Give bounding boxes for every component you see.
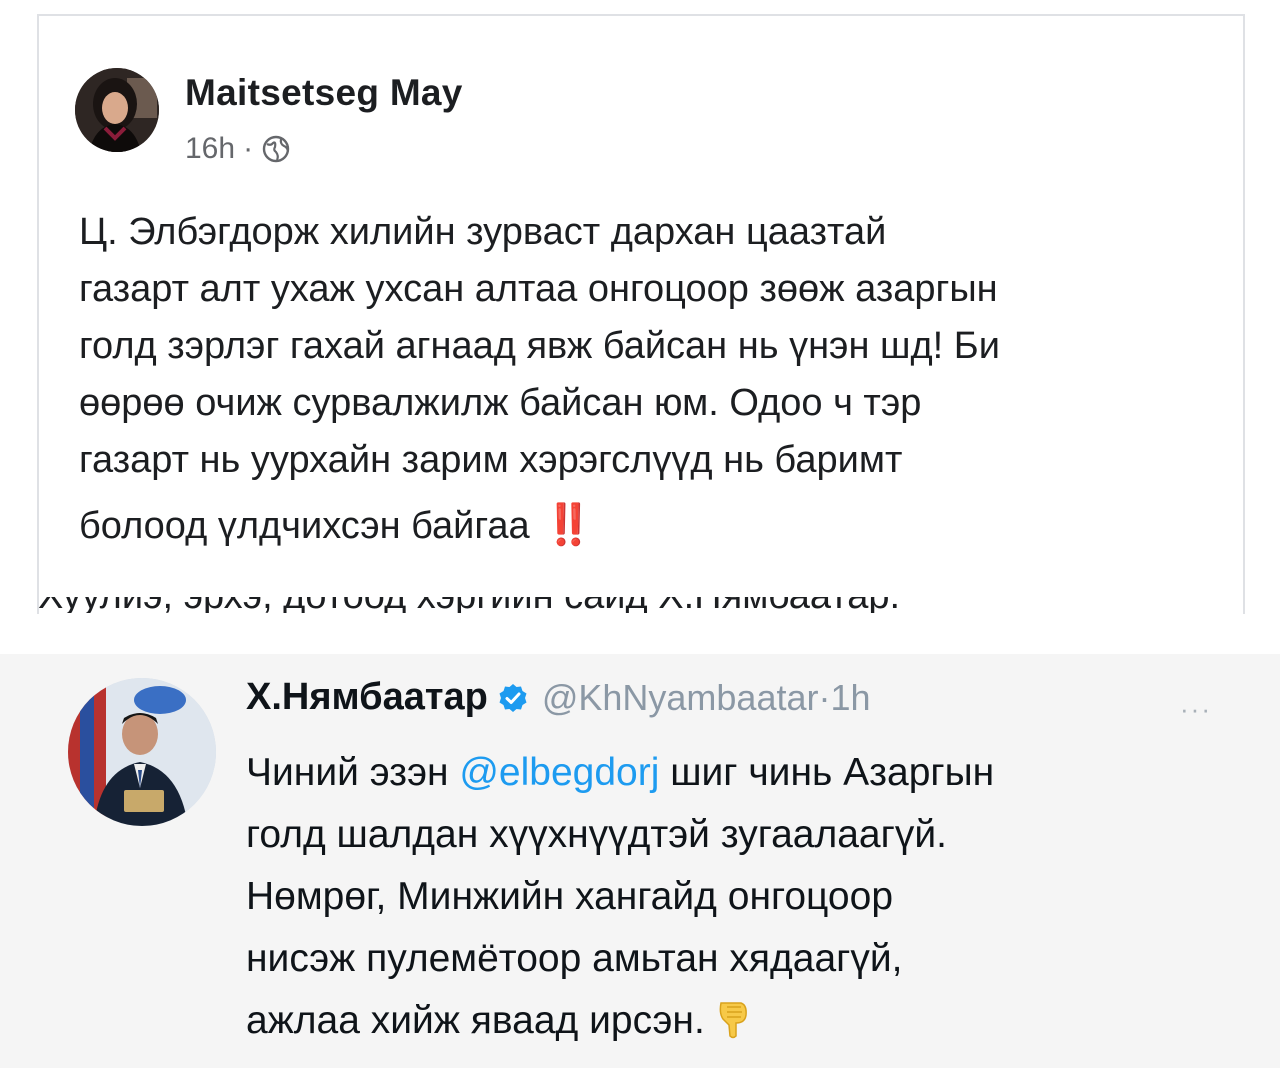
tweet-line: Нөмрөг, Минжийн хангайд онгоцоор xyxy=(246,875,894,918)
post-body: Ц. Элбэгдорж хилийн зурваст дархан цаазт… xyxy=(79,204,1229,555)
post-time[interactable]: 16h xyxy=(185,132,235,166)
tweet-line: голд шалдан хүүхнүүдтэй зугаалаагүй. xyxy=(246,813,947,856)
post-line-last: болоод үлдчихсэн байгаа ‼️ xyxy=(79,497,1229,555)
cut-off-text: Хуулиэ, эрхэ, дотоод хэргийн сайд Х.Нямб… xyxy=(38,597,1088,613)
tweet-time[interactable]: 1h xyxy=(831,677,871,718)
post-line: газарт нь уурхайн зарим хэрэгслүүд нь ба… xyxy=(79,439,903,481)
screenshot-page: Maitsetseg May 16h · Ц. Элбэгдорж хилийн… xyxy=(0,0,1280,1068)
tweet-line: ажлаа хийж яваад ирсэн. xyxy=(246,990,1246,1052)
globe-icon[interactable] xyxy=(261,134,291,164)
tweet-line: Чиний эзэн @elbegdorj шиг чинь Азаргын xyxy=(246,742,1246,804)
tweet-text-segment: ажлаа хийж яваад ирсэн. xyxy=(246,999,705,1042)
author-name[interactable]: Maitsetseg May xyxy=(185,72,463,114)
post-meta: 16h · xyxy=(185,132,291,166)
tweet-text-segment: Чиний эзэн xyxy=(246,751,460,794)
meta-separator: · xyxy=(818,676,831,718)
tweet-handle[interactable]: @KhNyambaatar xyxy=(542,677,819,718)
post-line: голд зэрлэг гахай агнаад явж байсан нь ү… xyxy=(79,325,1000,367)
verified-badge-icon xyxy=(499,683,527,712)
post-line: газарт алт ухаж ухсан алтаа онгоцоор зөө… xyxy=(79,268,998,310)
mention-link[interactable]: @elbegdorj xyxy=(459,751,659,794)
tweet-avatar[interactable] xyxy=(68,678,216,826)
pointing-down-hand-icon xyxy=(719,1002,747,1039)
tweet-author-name[interactable]: Х.Нямбаатар xyxy=(246,676,488,719)
more-options-icon[interactable]: ··· xyxy=(1180,694,1212,725)
facebook-post-card: Maitsetseg May 16h · Ц. Элбэгдорж хилийн… xyxy=(37,14,1245,614)
double-exclamation-icon: ‼️ xyxy=(543,503,596,547)
avatar-photo xyxy=(75,68,159,152)
meta-separator: · xyxy=(243,132,254,165)
author-avatar[interactable] xyxy=(75,68,159,152)
post-line: Ц. Элбэгдорж хилийн зурваст дархан цаазт… xyxy=(79,211,887,253)
tweet-body: Чиний эзэн @elbegdorj шиг чинь Азаргын г… xyxy=(246,742,1246,1052)
post-line: өөрөө очиж сурвалжилж байсан юм. Одоо ч … xyxy=(79,382,922,424)
tweet-header: Х.Нямбаатар @KhNyambaatar·1h xyxy=(246,676,871,719)
tweet-text-segment: шиг чинь Азаргын xyxy=(659,751,995,794)
tweet-handle-meta: @KhNyambaatar·1h xyxy=(542,677,871,719)
tweet-line: нисэж пулемётоор амьтан хядаагүй, xyxy=(246,937,903,980)
post-line: болоод үлдчихсэн байгаа xyxy=(79,505,530,547)
tweet-card: Х.Нямбаатар @KhNyambaatar·1h ··· Чиний э… xyxy=(0,654,1280,1068)
avatar-photo xyxy=(68,678,216,826)
cut-off-text-line: Хуулиэ, эрхэ, дотоод хэргийн сайд Х.Нямб… xyxy=(38,597,900,613)
